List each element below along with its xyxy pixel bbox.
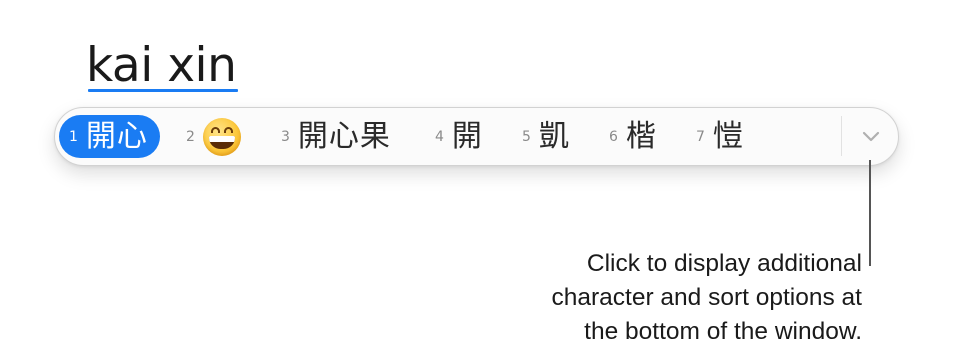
callout-line: [869, 160, 871, 266]
candidate-1[interactable]: 1 開心: [59, 115, 160, 158]
candidate-text: 開: [451, 119, 483, 154]
grinning-face-icon: [202, 117, 241, 156]
candidate-bar: 1 開心 2 3 開心果 4 開 5 凱 6 楷 7 愷: [54, 107, 899, 166]
candidate-2[interactable]: 2: [186, 115, 241, 158]
candidate-text: 楷: [625, 119, 657, 154]
candidate-4[interactable]: 4 開: [435, 115, 483, 158]
expand-candidates-button[interactable]: [851, 116, 891, 156]
candidate-number: 3: [281, 128, 290, 145]
candidate-number: 6: [609, 128, 618, 145]
candidate-number: 5: [522, 128, 531, 145]
candidate-text: 凱: [538, 119, 570, 154]
composition-underline: [88, 89, 239, 92]
divider: [841, 116, 842, 156]
candidate-text: 愷: [712, 119, 744, 154]
candidate-5[interactable]: 5 凱: [522, 115, 570, 158]
candidate-7[interactable]: 7 愷: [696, 115, 744, 158]
composition-text: kai xin: [86, 38, 237, 93]
candidate-number: 4: [435, 128, 444, 145]
callout-line-1: Click to display additional: [586, 250, 862, 277]
candidate-number: 2: [186, 128, 195, 145]
callout-text: Click to display additional character an…: [442, 247, 862, 349]
callout-line-2: character and sort options at: [551, 284, 862, 311]
candidate-text: 開心: [85, 119, 148, 154]
input-composition: kai xin: [86, 36, 239, 96]
candidate-number: 7: [696, 128, 705, 145]
candidate-text: 開心果: [297, 119, 391, 154]
candidate-6[interactable]: 6 楷: [609, 115, 657, 158]
chevron-down-icon: [862, 131, 880, 142]
callout-line-3: the bottom of the window.: [584, 318, 862, 345]
candidate-3[interactable]: 3 開心果: [281, 115, 391, 158]
candidate-number: 1: [69, 128, 78, 145]
